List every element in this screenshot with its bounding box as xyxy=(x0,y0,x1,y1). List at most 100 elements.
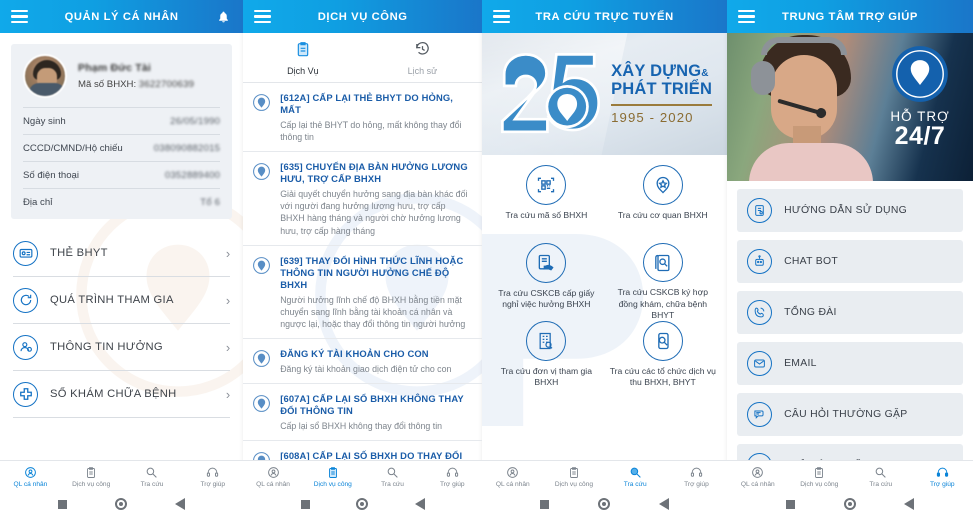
magnifier-icon xyxy=(145,465,158,480)
bottom-nav-item-personal[interactable]: QL cá nhân xyxy=(0,461,61,491)
appbar-personal: QUẢN LÝ CÁ NHÂN xyxy=(0,0,244,33)
bottom-nav-item-lookup[interactable]: Tra cứu xyxy=(850,461,911,491)
lookup-tile-label: Tra cứu cơ quan BHXH xyxy=(617,210,708,220)
bottom-nav-label: Tra cứu xyxy=(623,480,647,488)
square-icon[interactable] xyxy=(300,499,310,509)
service-text: [635] CHUYỂN ĐỊA BÀN HƯỞNG LƯƠNG HƯU, TR… xyxy=(280,161,471,236)
bhxh-seal-icon xyxy=(252,256,271,275)
triangle-back-icon[interactable] xyxy=(175,498,186,510)
bottom-nav-item-help[interactable]: Trợ giúp xyxy=(182,461,243,491)
chevron-right-icon: › xyxy=(225,292,231,308)
circle-icon[interactable] xyxy=(598,498,611,510)
help-item-hotline[interactable]: TỔNG ĐÀI xyxy=(737,291,963,334)
help-item-email[interactable]: EMAIL xyxy=(737,342,963,385)
banner-divider xyxy=(611,104,713,106)
profile-id-row: Mã số BHXH: 3622700639 xyxy=(78,79,194,90)
help-item-faq[interactable]: CÂU HỎI THƯỜNG GẶP xyxy=(737,393,963,436)
triangle-back-icon[interactable] xyxy=(658,498,669,510)
feedback-icon xyxy=(747,453,773,460)
robot-icon xyxy=(747,249,773,274)
bottom-nav-item-lookup[interactable]: Tra cứu xyxy=(122,461,183,491)
bell-icon[interactable] xyxy=(215,10,232,24)
person-badge-icon xyxy=(24,465,37,480)
bottom-nav-item-personal[interactable]: QL cá nhân xyxy=(243,461,303,491)
circle-icon[interactable] xyxy=(843,498,856,510)
bhxh-seal-icon xyxy=(252,93,271,112)
menu-item-health-card[interactable]: THẺ BHYT › xyxy=(13,230,231,277)
tab-history[interactable]: Lịch sử xyxy=(363,33,482,82)
services-tabs: Dịch Vụ Lịch sử xyxy=(243,33,483,83)
bottom-nav-item-personal[interactable]: QL cá nhân xyxy=(482,461,543,491)
menu-item-benefit-info[interactable]: THÔNG TIN HƯỞNG › xyxy=(13,324,231,371)
hamburger-icon[interactable] xyxy=(254,10,272,23)
phone-screen-online-lookup: TRA CỨU TRỰC TUYẾN XÂY DỰNG& PHÁT TRIỂN xyxy=(482,0,728,517)
building-search-icon xyxy=(526,321,567,361)
square-icon[interactable] xyxy=(540,499,550,509)
hamburger-icon[interactable] xyxy=(738,10,756,23)
help-item-feedback[interactable]: PHẢN ÁNH KIẾN NGHỊ xyxy=(737,444,963,460)
circle-icon[interactable] xyxy=(115,498,128,510)
service-item[interactable]: [639] THAY ĐỔI HÌNH THỨC LĨNH HOẶC THÔNG… xyxy=(243,246,483,340)
bottom-nav-item-help[interactable]: Trợ giúp xyxy=(422,461,482,491)
banner-line-2: PHÁT TRIỂN xyxy=(611,80,713,99)
menu-item-medical-book[interactable]: SỔ KHÁM CHỮA BỆNH › xyxy=(13,371,231,418)
bottom-nav-label: QL cá nhân xyxy=(495,480,530,488)
service-item[interactable]: [607A] CẤP LẠI SỔ BHXH KHÔNG THAY ĐỔI TH… xyxy=(243,384,483,442)
banner-25-logo xyxy=(497,46,605,142)
help-item-user-guide[interactable]: HƯỚNG DẪN SỬ DỤNG xyxy=(737,189,963,232)
health-card-icon xyxy=(13,240,38,266)
service-item[interactable]: [635] CHUYỂN ĐỊA BÀN HƯỞNG LƯƠNG HƯU, TR… xyxy=(243,152,483,246)
mobile-search-icon xyxy=(642,321,683,361)
service-item[interactable]: [612A] CẤP LẠI THẺ BHYT DO HỎNG, MẤT Cấp… xyxy=(243,83,483,153)
menu-item-label: QUÁ TRÌNH THAM GIA xyxy=(50,294,174,306)
help-item-chat-bot[interactable]: CHAT BOT xyxy=(737,240,963,283)
tab-services[interactable]: Dịch Vụ xyxy=(243,33,362,82)
bottom-nav-label: Tra cứu xyxy=(140,480,164,488)
service-title: ĐĂNG KÝ TÀI KHOẢN CHO CON xyxy=(280,348,429,360)
lookup-tile-label: Tra cứu đơn vị tham gia BHXH xyxy=(500,366,593,388)
hamburger-icon[interactable] xyxy=(493,10,511,23)
bottom-nav-label: Dịch vụ công xyxy=(313,480,352,488)
service-item[interactable]: [608A] CẤP LẠI SỐ BHXH DO THAY ĐỔI THÔNG… xyxy=(243,441,482,460)
circle-icon[interactable] xyxy=(356,498,369,510)
bottom-nav-item-help[interactable]: Trợ giúp xyxy=(912,461,973,491)
bottom-nav-item-personal[interactable]: QL cá nhân xyxy=(727,461,788,491)
appbar-lookup: TRA CỨU TRỰC TUYẾN xyxy=(482,0,728,33)
service-desc: Đăng ký tài khoản giao dịch điện tử cho … xyxy=(280,363,452,374)
services-list[interactable]: [612A] CẤP LẠI THẺ BHYT DO HỎNG, MẤT Cấp… xyxy=(243,83,483,460)
bottom-nav-item-services[interactable]: Dịch vụ công xyxy=(303,461,363,491)
hamburger-icon[interactable] xyxy=(11,10,28,23)
bottom-nav-item-lookup[interactable]: Tra cứu xyxy=(605,461,666,491)
bottom-nav-item-services[interactable]: Dịch vụ công xyxy=(789,461,850,491)
service-desc: Cấp lại sổ BHXH không thay đổi thông tin xyxy=(280,420,443,431)
bottom-nav-item-services[interactable]: Dịch vụ công xyxy=(61,461,122,491)
lookup-tile-cskcb-certificate[interactable]: Tra cứu CSKCB cấp giấy nghỉ việc hưởng B… xyxy=(488,243,604,321)
qr-scan-icon xyxy=(526,165,567,205)
bottom-nav-label: Dịch vụ công xyxy=(554,480,594,488)
bottom-nav-item-services[interactable]: Dịch vụ công xyxy=(543,461,604,491)
service-item[interactable]: ĐĂNG KÝ TÀI KHOẢN CHO CON Đăng ký tài kh… xyxy=(243,339,483,384)
headset-icon xyxy=(936,465,949,480)
triangle-back-icon[interactable] xyxy=(904,498,915,510)
lookup-tile-cskcb-contract[interactable]: Tra cứu CSKCB ký hợp đồng khám, chữa bện… xyxy=(605,243,721,321)
square-icon[interactable] xyxy=(785,499,795,509)
lookup-tile-bhxh-code[interactable]: Tra cứu mã số BHXH xyxy=(488,165,604,243)
menu-item-participation-history[interactable]: QUÁ TRÌNH THAM GIA › xyxy=(13,277,231,324)
lookup-tile-bhxh-agency[interactable]: Tra cứu cơ quan BHXH xyxy=(605,165,721,243)
tab-label: Dịch Vụ xyxy=(287,65,319,76)
chevron-right-icon: › xyxy=(225,339,231,355)
bottom-nav-label: Tra cứu xyxy=(381,480,404,488)
clipboard-icon xyxy=(327,465,339,480)
bottom-nav-services: QL cá nhân Dịch vụ công Tra cứu Trợ giúp xyxy=(243,460,483,491)
lookup-tile-collection-orgs[interactable]: Tra cứu các tổ chức dịch vụ thu BHXH, BH… xyxy=(605,321,721,399)
service-title: [639] THAY ĐỔI HÌNH THỨC LĨNH HOẶC THÔNG… xyxy=(280,254,464,291)
service-desc: Cấp lại thẻ BHYT do hỏng, mất không thay… xyxy=(280,119,462,143)
bottom-nav-label: QL cá nhân xyxy=(256,480,290,488)
bottom-nav-item-help[interactable]: Trợ giúp xyxy=(666,461,727,491)
bottom-nav-item-lookup[interactable]: Tra cứu xyxy=(363,461,423,491)
appbar-services: DỊCH VỤ CÔNG xyxy=(243,0,483,33)
square-icon[interactable] xyxy=(58,499,68,509)
triangle-back-icon[interactable] xyxy=(414,498,425,510)
lookup-tile-employer-unit[interactable]: Tra cứu đơn vị tham gia BHXH xyxy=(488,321,604,399)
lookup-body: Tra cứu mã số BHXH Tra cứu cơ quan BHXH … xyxy=(482,155,728,460)
